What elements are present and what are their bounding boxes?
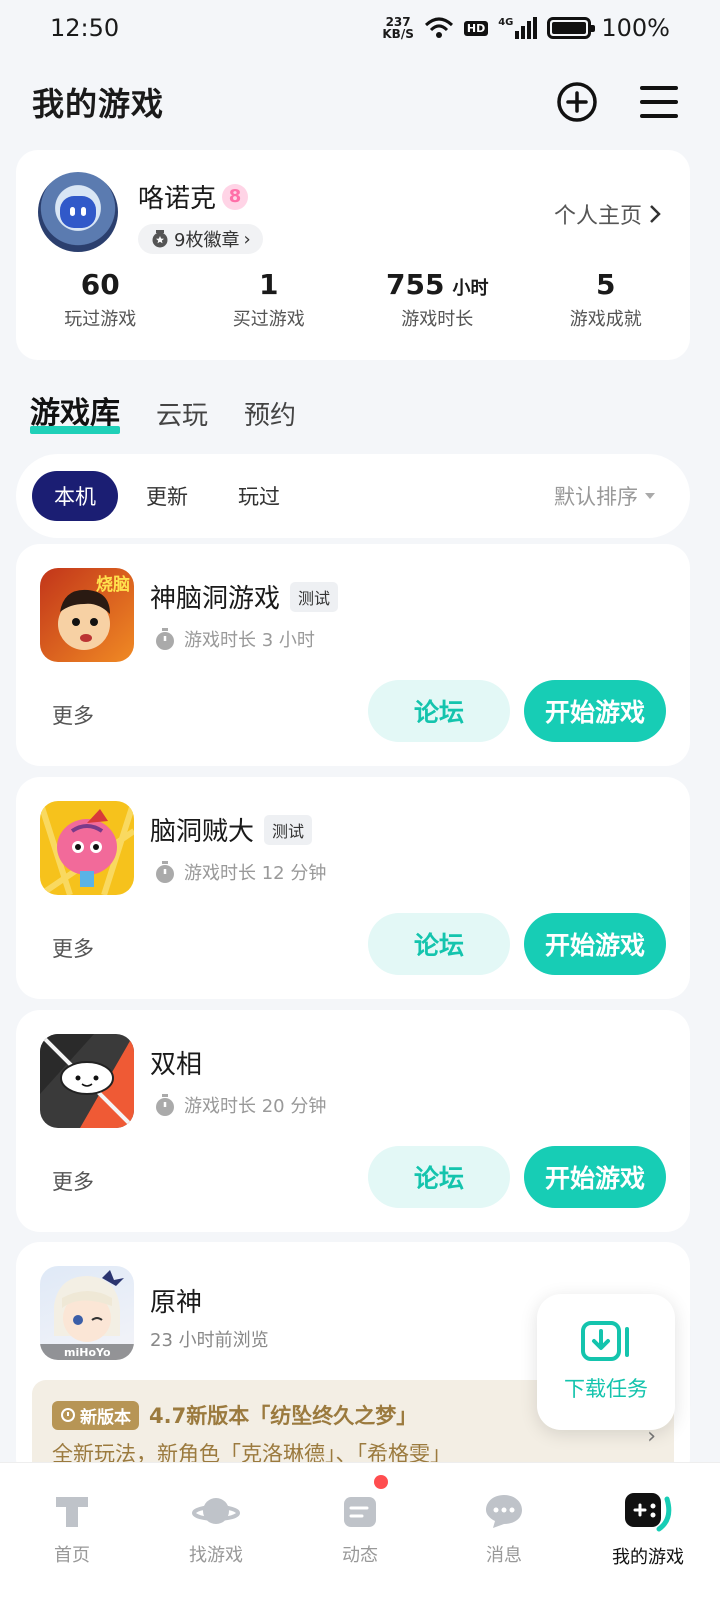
game-card[interactable]: 烧脑 神脑洞游戏 测试 游戏时长 3 小时 更多 论坛 开始游戏 [16,544,690,766]
nav-home[interactable]: 首页 [0,1463,144,1600]
game-icon-shennaodong[interactable]: 烧脑 [40,568,134,662]
level-badge: 8 [222,183,249,210]
download-tasks-button[interactable]: 下载任务 [537,1294,675,1430]
game-icon-naodongzeida[interactable] [40,801,134,895]
homepage-link[interactable]: 个人主页 [554,198,662,230]
profile-card[interactable]: 咯诺克 8 9枚徽章 › 个人主页 60 玩过游戏 1 买过游戏 755 小时 游… [16,150,690,360]
gamepad-icon [625,1492,672,1531]
tab-cloud[interactable]: 云玩 [156,395,208,436]
start-game-button[interactable]: 开始游戏 [524,1146,666,1208]
menu-icon [640,86,678,118]
nav-messages[interactable]: 消息 [432,1463,576,1600]
start-game-button[interactable]: 开始游戏 [524,680,666,742]
tab-reserve[interactable]: 预约 [244,395,296,436]
game-icon-shuangxiang[interactable] [40,1034,134,1128]
add-button[interactable] [556,81,598,123]
home-t-icon [56,1496,88,1527]
caret-down-icon [645,493,655,499]
battery-icon [547,17,596,39]
status-bar: 12:50 237 KB/S HD 4G 100% [0,0,720,56]
download-icon [581,1321,629,1361]
last-viewed: 23 小时前浏览 [150,1330,269,1351]
game-playtime: 游戏时长 12 分钟 [154,859,326,885]
chevron-right-icon [650,205,661,223]
refresh-icon [61,1408,75,1422]
game-name[interactable]: 神脑洞游戏 测试 [150,578,339,615]
user-name: 咯诺克 8 [138,178,249,215]
feed-icon [344,1496,376,1527]
hd-icon: HD [463,20,489,36]
network-speed: 237 KB/S [382,15,414,41]
filter-bar: 本机 更新 玩过 默认排序 [16,454,690,538]
forum-button[interactable]: 论坛 [368,680,510,742]
status-icons: 237 KB/S HD 4G 100% [382,14,670,42]
tab-library[interactable]: 游戏库 [30,388,120,436]
more-button[interactable]: 更多 [52,700,94,730]
sort-dropdown[interactable]: 默认排序 [554,481,674,511]
game-name[interactable]: 原神 [150,1282,202,1319]
more-button[interactable]: 更多 [52,933,94,963]
nav-feed[interactable]: 动态 [288,1463,432,1600]
nav-my-games[interactable]: 我的游戏 [576,1463,720,1600]
chat-icon [486,1494,522,1528]
add-circle-icon [557,82,597,122]
library-tabs: 游戏库 云玩 预约 [30,388,296,436]
game-icon-genshin[interactable]: miHoYo [40,1266,134,1360]
stat-bought[interactable]: 1 买过游戏 [185,268,354,331]
stopwatch-icon [156,861,174,883]
medal-icon [152,230,168,248]
stat-achievements[interactable]: 5 游戏成就 [522,268,691,331]
header-actions [556,81,680,123]
test-tag: 测试 [264,814,313,845]
filter-played[interactable]: 玩过 [216,471,302,521]
badges-button[interactable]: 9枚徽章 › [138,224,263,254]
filter-local[interactable]: 本机 [32,471,118,521]
wifi-icon [424,17,453,38]
header: 我的游戏 [32,72,680,132]
avatar[interactable] [38,172,118,252]
game-name[interactable]: 脑洞贼大 测试 [150,811,313,848]
game-card[interactable]: 脑洞贼大 测试 游戏时长 12 分钟 更多 论坛 开始游戏 [16,777,690,999]
nav-discover[interactable]: 找游戏 [144,1463,288,1600]
new-version-badge: 新版本 [52,1400,139,1430]
status-time: 12:50 [50,14,120,42]
chevron-right-icon: › [243,228,251,250]
mihoyo-logo: miHoYo [64,1346,111,1359]
game-playtime: 游戏时长 20 分钟 [154,1092,326,1118]
stats-row: 60 玩过游戏 1 买过游戏 755 小时 游戏时长 5 游戏成就 [16,268,690,331]
bottom-nav: 首页 找游戏 动态 消息 我的游戏 [0,1462,720,1600]
notification-dot [374,1475,388,1489]
game-icon-text: 烧脑 [96,575,130,595]
test-tag: 测试 [290,581,339,612]
battery-percent: 100% [601,14,670,42]
forum-button[interactable]: 论坛 [368,1146,510,1208]
menu-button[interactable] [638,81,680,123]
signal-icon: 4G [498,17,538,39]
filter-updates[interactable]: 更新 [124,471,210,521]
planet-icon [192,1497,240,1524]
more-button[interactable]: 更多 [52,1166,94,1196]
start-game-button[interactable]: 开始游戏 [524,913,666,975]
stopwatch-icon [156,628,174,650]
forum-button[interactable]: 论坛 [368,913,510,975]
stat-played[interactable]: 60 玩过游戏 [16,268,185,331]
game-name[interactable]: 双相 [150,1044,202,1081]
game-playtime: 游戏时长 3 小时 [154,626,315,652]
stat-playtime[interactable]: 755 小时 游戏时长 [353,268,522,331]
news-title: 4.7新版本「纺坠终久之梦」 [149,1404,418,1428]
game-card[interactable]: 双相 游戏时长 20 分钟 更多 论坛 开始游戏 [16,1010,690,1232]
page-title: 我的游戏 [32,85,165,123]
stopwatch-icon [156,1094,174,1116]
